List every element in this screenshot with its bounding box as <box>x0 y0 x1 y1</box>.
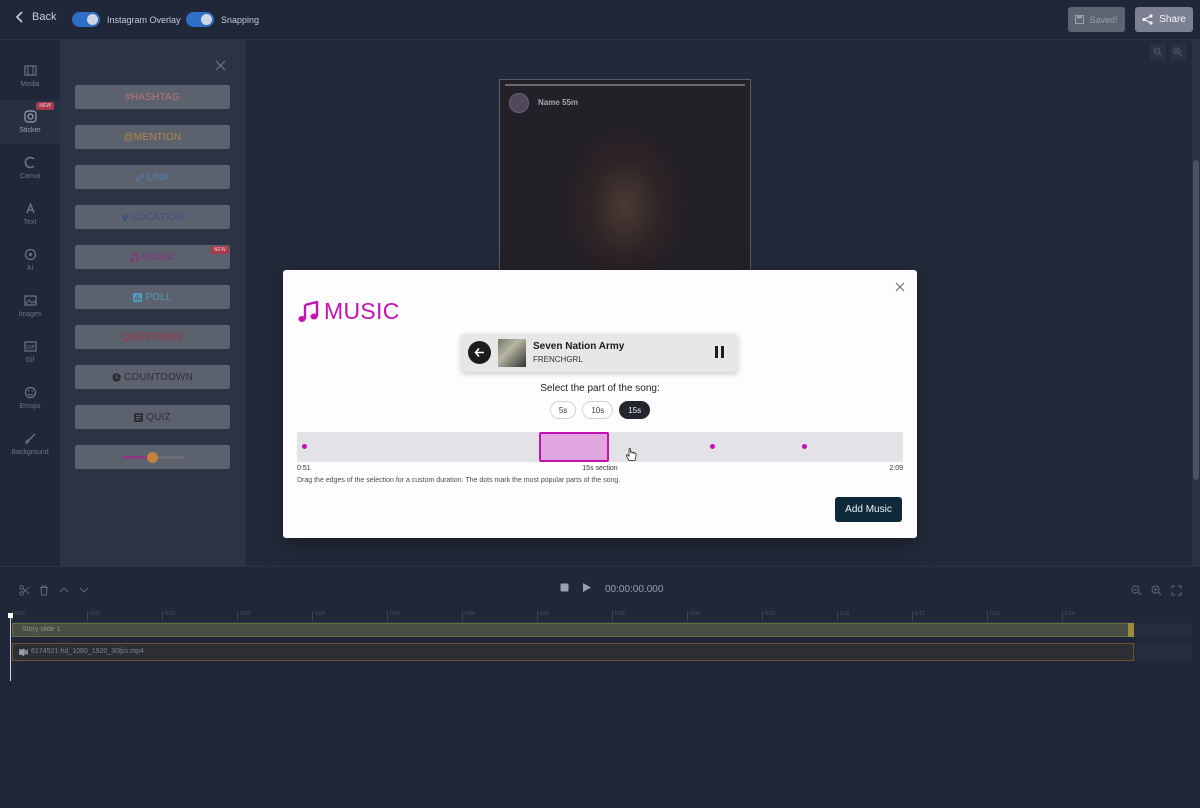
ruler-tick: 0:04 <box>312 611 325 621</box>
modal-title-text: MUSIC <box>324 298 400 324</box>
ruler-tick: 0:06 <box>462 611 475 621</box>
close-icon[interactable] <box>895 282 905 292</box>
album-art <box>498 339 526 367</box>
ruler-tick: 0:14 <box>1062 611 1075 621</box>
ruler-tick: 0:00 <box>12 611 25 621</box>
song-title: Seven Nation Army <box>533 341 625 352</box>
ruler-tick: 0:01 <box>87 611 100 621</box>
play-icon[interactable] <box>582 582 592 596</box>
duration-options: 5s 10s 15s <box>283 401 917 419</box>
music-note-icon <box>298 300 319 322</box>
back-button[interactable] <box>468 341 491 364</box>
pause-icon[interactable] <box>715 346 725 358</box>
chevron-up-icon[interactable] <box>58 584 70 596</box>
ruler-tick: 0:07 <box>537 611 550 621</box>
ruler-tick: 0:08 <box>612 611 625 621</box>
modal-title: MUSIC <box>297 298 400 325</box>
ruler-tick: 0:10 <box>762 611 775 621</box>
timecode: 00:00:00.000 <box>605 583 664 595</box>
ruler-tick: 0:03 <box>237 611 250 621</box>
playhead[interactable] <box>8 613 13 681</box>
section-length-label: 15s section <box>582 465 618 472</box>
popular-part-dot <box>301 444 307 449</box>
ruler-tick: 0:05 <box>387 611 400 621</box>
song-end-time: 2:09 <box>889 465 903 472</box>
section-selection[interactable] <box>539 432 610 462</box>
story-slide-track[interactable]: Story slide 1 <box>12 623 1134 637</box>
selection-hint: Drag the edges of the selection for a cu… <box>297 477 621 484</box>
popular-part-dot <box>801 444 807 449</box>
duration-option-5s[interactable]: 5s <box>549 401 577 419</box>
duration-option-15s[interactable]: 15s <box>619 401 651 419</box>
track-empty-area <box>1134 643 1192 661</box>
ruler-tick: 0:12 <box>912 611 925 621</box>
song-section-selector[interactable] <box>297 432 903 462</box>
playback-controls: 00:00:00.000 <box>560 582 663 596</box>
timeline-ruler[interactable]: 0:00 0:01 0:02 0:03 0:04 0:05 0:06 0:07 0:08 0:09… <box>12 609 1134 623</box>
hand-cursor-icon <box>625 448 637 461</box>
selected-song-card: Seven Nation Army FRENCHGRL <box>461 334 738 372</box>
track-label: Story slide 1 <box>22 626 61 633</box>
scissors-icon[interactable] <box>18 584 30 596</box>
fit-icon[interactable] <box>1170 584 1182 596</box>
volume-icon[interactable] <box>19 648 28 657</box>
timeline: 00:00:00.000 0:00 0:01 0:02 0:03 0:04 0:05 0:0… <box>0 566 1200 808</box>
arrow-left-icon <box>474 347 484 358</box>
song-artist: FRENCHGRL <box>533 355 583 364</box>
select-part-label: Select the part of the song: <box>540 383 660 394</box>
track-empty-area <box>1134 623 1192 637</box>
ruler-tick: 0:11 <box>837 611 849 621</box>
timeline-tools <box>18 584 90 596</box>
ruler-tick: 0:02 <box>162 611 175 621</box>
timeline-zoom-tools <box>1130 584 1182 596</box>
zoom-out-icon[interactable] <box>1130 584 1142 596</box>
ruler-tick: 0:09 <box>687 611 700 621</box>
ruler-tick: 0:13 <box>987 611 1000 621</box>
chevron-down-icon[interactable] <box>78 584 90 596</box>
music-modal: MUSIC Seven Nation Army FRENCHGRL Select… <box>283 270 917 538</box>
trash-icon[interactable] <box>38 584 50 596</box>
zoom-in-icon[interactable] <box>1150 584 1162 596</box>
add-music-button[interactable]: Add Music <box>835 497 902 522</box>
popular-part-dot <box>709 444 715 449</box>
track-label: 6174521-hd_1080_1920_30fps.mp4 <box>31 648 144 655</box>
video-track[interactable]: 6174521-hd_1080_1920_30fps.mp4 <box>12 643 1134 661</box>
duration-option-10s[interactable]: 10s <box>582 401 614 419</box>
stop-icon[interactable] <box>560 583 569 595</box>
